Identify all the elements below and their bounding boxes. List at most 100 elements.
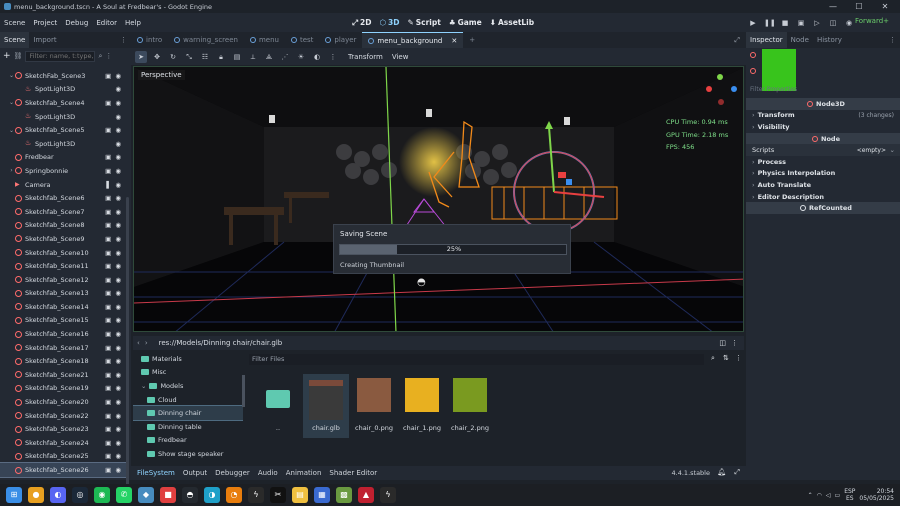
- instance-icon[interactable]: ▣: [105, 357, 111, 365]
- section-process[interactable]: › Process: [746, 156, 900, 168]
- play-icon[interactable]: ▶: [748, 18, 758, 28]
- split-view-icon[interactable]: ◫: [719, 339, 726, 347]
- scene-tree-node[interactable]: Sketchfab_Scene19 ▣ ◉: [0, 382, 126, 396]
- group-icon[interactable]: ▤: [231, 51, 243, 63]
- visibility-eye-icon[interactable]: ◉: [115, 384, 121, 392]
- scene-tree-node[interactable]: Sketchfab_Scene12 ▣ ◉: [0, 273, 126, 287]
- ruler-icon[interactable]: ⟂: [247, 51, 259, 63]
- filter-files-input[interactable]: Filter Files: [249, 354, 704, 365]
- mode-2d-button[interactable]: ⤢ 2D: [352, 18, 371, 28]
- scene-tree-node[interactable]: Sketchfab_Scene9 ▣ ◉: [0, 232, 126, 246]
- instance-icon[interactable]: ▣: [105, 208, 111, 216]
- scene-tree-node[interactable]: ▶ Camera ▌ ◉: [0, 178, 126, 192]
- visibility-eye-icon[interactable]: ◉: [115, 126, 121, 134]
- scene-tree-node[interactable]: Fredbear ▣ ◉: [0, 151, 126, 165]
- instance-icon[interactable]: ▣: [105, 99, 111, 107]
- battery-icon[interactable]: ▭: [835, 492, 841, 499]
- bell-icon[interactable]: 🔔︎: [717, 468, 726, 476]
- section-auto-translate[interactable]: › Auto Translate: [746, 179, 900, 191]
- lock-icon[interactable]: 🔒︎: [215, 51, 227, 63]
- filesystem-folder[interactable]: Fredbear: [133, 434, 243, 448]
- file-tile[interactable]: chair_2.png: [447, 374, 493, 438]
- chevron-down-icon[interactable]: ⌄: [890, 146, 895, 154]
- sun-icon[interactable]: ☀: [295, 51, 307, 63]
- files-menu-icon[interactable]: ⋮: [735, 354, 742, 362]
- scripts-value[interactable]: <empty>: [857, 147, 886, 154]
- instance-icon[interactable]: ▣: [105, 398, 111, 406]
- visibility-eye-icon[interactable]: ◉: [115, 276, 121, 284]
- instance-icon[interactable]: ▣: [105, 466, 111, 474]
- instance-icon[interactable]: ▣: [105, 371, 111, 379]
- transform-menu[interactable]: Transform: [348, 53, 383, 61]
- filesystem-folder[interactable]: ⌄ Models: [133, 379, 243, 393]
- scene-tree-node[interactable]: ⌄ Sketchfab_Scene5 ▣ ◉: [0, 123, 126, 137]
- instance-icon[interactable]: ▣: [105, 72, 111, 80]
- filesystem-folder[interactable]: Show stage speaker: [133, 447, 243, 461]
- maximize-button[interactable]: ☐: [846, 0, 872, 13]
- instance-icon[interactable]: ▣: [105, 249, 111, 257]
- visibility-eye-icon[interactable]: ◉: [115, 316, 121, 324]
- filesystem-folder[interactable]: Cloud: [133, 393, 243, 407]
- scene-tab-menu[interactable]: menu: [244, 32, 285, 48]
- instance-icon[interactable]: ▌: [106, 181, 111, 189]
- close-window-button[interactable]: ✕: [872, 0, 898, 13]
- bottom-tab-filesystem[interactable]: FileSystem: [137, 469, 175, 477]
- bottom-tab-debugger[interactable]: Debugger: [215, 469, 250, 477]
- section-physics-interpolation[interactable]: › Physics Interpolation: [746, 168, 900, 180]
- scene-tree-node[interactable]: Sketchfab_Scene6 ▣ ◉: [0, 191, 126, 205]
- visibility-eye-icon[interactable]: ◉: [115, 113, 121, 121]
- windows-start-icon[interactable]: ⊞: [6, 487, 22, 503]
- new-tab-button[interactable]: +: [463, 32, 481, 48]
- sort-icon[interactable]: ⇅: [723, 354, 729, 362]
- scene-tree-node[interactable]: Sketchfab_Scene14 ▣ ◉: [0, 300, 126, 314]
- scene-tree-node[interactable]: ♨ SpotLight3D ◉: [0, 137, 126, 151]
- instance-icon[interactable]: ▣: [105, 412, 111, 420]
- tab-node[interactable]: Node: [787, 32, 813, 48]
- expand-arrow-icon[interactable]: ⌄: [8, 99, 15, 106]
- bottom-tab-animation[interactable]: Animation: [286, 469, 322, 477]
- filesystem-folder[interactable]: Materials: [133, 352, 243, 366]
- volume-icon[interactable]: ◁: [826, 492, 831, 499]
- clock[interactable]: 20:54 05/05/2025: [859, 488, 894, 502]
- rotate-tool-icon[interactable]: ↻: [167, 51, 179, 63]
- visibility-eye-icon[interactable]: ◉: [115, 439, 121, 447]
- file-tile[interactable]: chair.glb: [303, 374, 349, 438]
- visibility-eye-icon[interactable]: ◉: [115, 167, 121, 175]
- filter-properties-input[interactable]: Filter Properties: [750, 86, 797, 93]
- scene-tree-node[interactable]: Sketchfab_Scene23 ▣ ◉: [0, 422, 126, 436]
- play-custom-icon[interactable]: ◫: [828, 18, 838, 28]
- visibility-eye-icon[interactable]: ◉: [115, 181, 121, 189]
- scene-tab-warning_screen[interactable]: warning_screen: [168, 32, 244, 48]
- store-icon[interactable]: ▦: [314, 487, 330, 503]
- scene-tree-node[interactable]: ⌄ Sketchfab_Scene4 ▣ ◉: [0, 96, 126, 110]
- movie-icon[interactable]: ◉: [844, 18, 854, 28]
- tab-scene[interactable]: Scene: [0, 32, 30, 48]
- mode-script-button[interactable]: ✎ Script: [407, 18, 440, 27]
- scene-tree-node[interactable]: ⌄ SketchFab_Scene3 ▣ ◉: [0, 69, 126, 83]
- instance-icon[interactable]: ▣: [105, 221, 111, 229]
- scene-tree-node[interactable]: › Springbonnie ▣ ◉: [0, 164, 126, 178]
- bottom-tab-shader-editor[interactable]: Shader Editor: [329, 469, 377, 477]
- scene-tab-test[interactable]: test: [285, 32, 319, 48]
- instance-icon[interactable]: ▣: [105, 153, 111, 161]
- instance-icon[interactable]: ▣: [105, 452, 111, 460]
- instance-icon[interactable]: ▣: [105, 262, 111, 270]
- mode-assetlib-button[interactable]: ⬇ AssetLib: [490, 18, 534, 27]
- visibility-eye-icon[interactable]: ◉: [115, 344, 121, 352]
- scene-filter-input[interactable]: [25, 50, 96, 62]
- bottom-tab-audio[interactable]: Audio: [258, 469, 278, 477]
- dock-menu-icon[interactable]: ⋮: [120, 36, 127, 44]
- search-files-icon[interactable]: ⌕: [711, 354, 715, 363]
- instance-icon[interactable]: ▣: [105, 194, 111, 202]
- section-visibility[interactable]: › Visibility: [746, 121, 900, 133]
- scene-tree-node[interactable]: Sketchfab_Scene24 ▣ ◉: [0, 436, 126, 450]
- visibility-eye-icon[interactable]: ◉: [115, 289, 121, 297]
- expand-arrow-icon[interactable]: ⌄: [8, 127, 15, 134]
- instance-icon[interactable]: ▣: [105, 126, 111, 134]
- expand-panel-icon[interactable]: ⤢: [734, 468, 740, 477]
- bottom-tab-output[interactable]: Output: [183, 469, 207, 477]
- visibility-eye-icon[interactable]: ◉: [115, 99, 121, 107]
- capcut-icon[interactable]: ✂: [270, 487, 286, 503]
- scene-tree-scrollbar[interactable]: [126, 197, 129, 487]
- visibility-eye-icon[interactable]: ◉: [115, 140, 121, 148]
